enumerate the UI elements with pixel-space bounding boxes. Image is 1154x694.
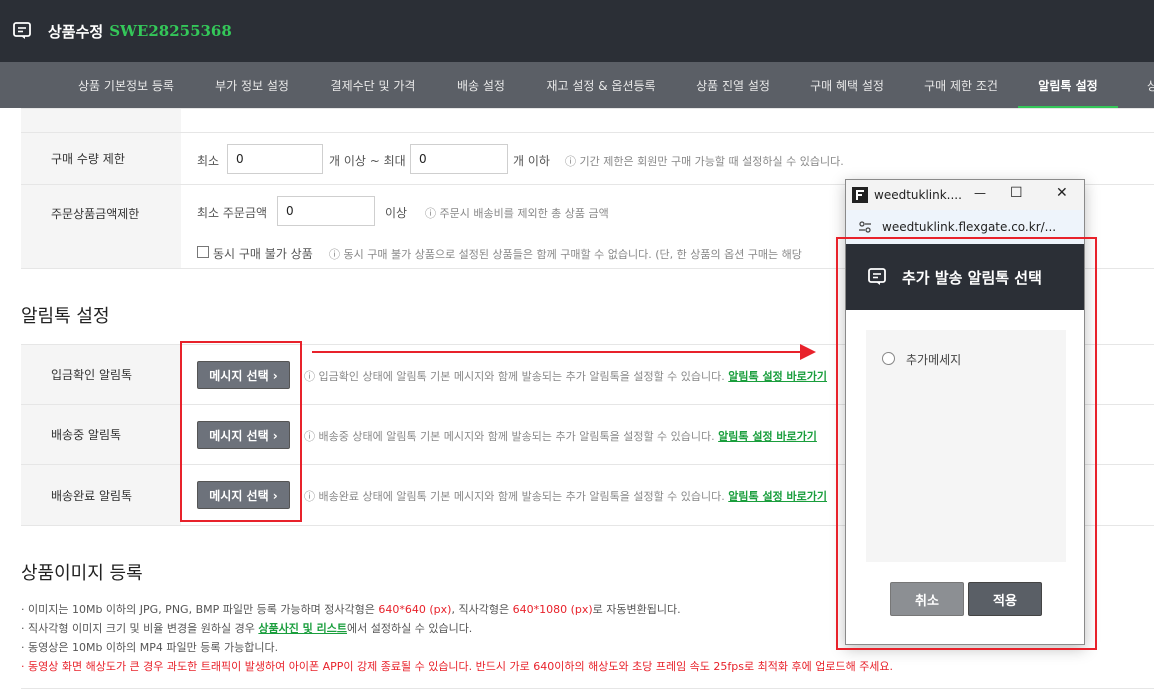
hint-text: ⓘ 배송완료 상태에 알림톡 기본 메시지와 함께 발송되는 추가 알림톡을 설… [304,488,827,504]
page-title: 상품수정 [48,22,104,41]
note-text: · 이미지는 10Mb 이하의 JPG, PNG, BMP 파일만 등록 가능하… [21,603,379,616]
tab-bar: 상품 기본정보 등록 부가 정보 설정 결제수단 및 가격 배송 설정 재고 설… [0,62,1154,108]
page: 상품수정 SWE28255368 상품 기본정보 등록 부가 정보 설정 결제수… [0,0,1154,694]
row-label: 배송중 알림톡 [21,405,181,464]
checkbox-label: 동시 구매 불가 상품 [213,247,313,261]
tab-more[interactable]: 상품 [1138,77,1154,94]
close-icon[interactable]: ✕ [1056,185,1068,201]
app-logo-icon [852,187,868,203]
tab-payment[interactable]: 결제수단 및 가격 [330,77,416,94]
image-section-title: 상품이미지 등록 [21,563,143,584]
alimtalk-settings-link[interactable]: 알림톡 설정 바로가기 [728,370,827,383]
row-content: 최소 0 개 이상 ~ 최대 0 개 이하 ⓘ 기간 제한은 회원만 구매 가능… [197,133,1154,184]
suffix-text: 개 이하 [513,154,550,168]
photo-list-link[interactable]: 상품사진 및 리스트 [258,622,347,635]
note-text: , 직사각형은 [451,603,513,616]
note-line: · 직사각형 이미지 크기 및 비율 변경을 원하실 경우 상품사진 및 리스트… [21,619,893,638]
hint-text: ⓘ 주문시 배송비를 제외한 총 상품 금액 [425,207,609,220]
hint-body: ⓘ 입금확인 상태에 알림톡 기본 메시지와 함께 발송되는 추가 알림톡을 설… [304,370,725,383]
site-settings-icon[interactable] [858,220,872,234]
form-row-partial [21,108,1154,132]
popup-window-title: weedtuklink.... [874,188,962,202]
tab-basic-info[interactable]: 상품 기본정보 등록 [78,77,174,94]
alimtalk-section-title: 알림톡 설정 [21,306,110,327]
tab-extra-info[interactable]: 부가 정보 설정 [214,77,290,94]
min-amount-input[interactable]: 0 [277,196,375,226]
arrow-head [800,344,816,360]
row-label: 입금확인 알림톡 [21,345,181,404]
note-size: 640*1080 (px) [512,603,593,616]
max-qty-input[interactable]: 0 [410,144,508,174]
hint-text: ⓘ 기간 제한은 회원만 구매 가능할 때 설정하실 수 있습니다. [565,155,844,168]
popup-titlebar: weedtuklink.... — ☐ ✕ [846,180,1084,210]
row-label [21,109,181,132]
hint-body: ⓘ 배송완료 상태에 알림톡 기본 메시지와 함께 발송되는 추가 알림톡을 설… [304,490,725,503]
minimize-icon[interactable]: — [974,186,986,200]
maximize-icon[interactable]: ☐ [1010,185,1023,201]
range-text: 개 이상 ~ 최대 [329,154,406,168]
product-code: SWE28255368 [109,22,232,40]
row-label: 주문상품금액제한 [21,185,181,268]
hint-text: ⓘ 배송중 상태에 알림톡 기본 메시지와 함께 발송되는 추가 알림톡을 설정… [304,428,817,444]
row-label: 구매 수량 제한 [21,133,181,184]
hint-body: ⓘ 배송중 상태에 알림톡 기본 메시지와 함께 발송되는 추가 알림톡을 설정… [304,430,715,443]
alimtalk-settings-link[interactable]: 알림톡 설정 바로가기 [718,430,817,443]
note-text: 로 자동변환됩니다. [592,603,681,616]
tab-display[interactable]: 상품 진열 설정 [696,77,770,94]
note-text: 에서 설정하실 수 있습니다. [347,622,473,635]
highlight-box-popup [836,237,1097,650]
tab-shipping[interactable]: 배송 설정 [456,77,506,94]
no-combined-purchase-checkbox[interactable] [197,246,209,258]
highlight-box-buttons [180,341,302,522]
note-line: · 동영상은 10Mb 이하의 MP4 파일만 등록 가능합니다. [21,641,279,654]
page-header: 상품수정 SWE28255368 [0,0,1154,62]
min-amount-label: 최소 주문금액 [197,206,268,220]
tab-alimtalk[interactable]: 알림톡 설정 [1018,77,1118,108]
alimtalk-settings-link[interactable]: 알림톡 설정 바로가기 [728,490,827,503]
tab-benefit[interactable]: 구매 혜택 설정 [810,77,884,94]
min-qty-input[interactable]: 0 [227,144,323,174]
checkbox-hint: ⓘ 동시 구매 불가 상품으로 설정된 상품들은 함께 구매할 수 없습니다. … [329,248,802,261]
hint-text: ⓘ 입금확인 상태에 알림톡 기본 메시지와 함께 발송되는 추가 알림톡을 설… [304,368,827,384]
message-icon [13,22,31,39]
divider [21,688,1154,689]
note-text: · 직사각형 이미지 크기 및 비율 변경을 원하실 경우 [21,622,259,635]
suffix-text: 이상 [385,206,408,220]
arrow-line [312,351,802,353]
note-line: · 이미지는 10Mb 이하의 JPG, PNG, BMP 파일만 등록 가능하… [21,600,893,619]
note-warning: · 동영상 화면 해상도가 큰 경우 과도한 트래픽이 발생하여 아이폰 APP… [21,660,894,673]
tab-purchase-limit[interactable]: 구매 제한 조건 [924,77,998,94]
form-row-purchase-qty: 구매 수량 제한 최소 0 개 이상 ~ 최대 0 개 이하 ⓘ 기간 제한은 … [21,132,1154,184]
tab-stock-options[interactable]: 재고 설정 & 옵션등록 [546,77,656,94]
popup-url[interactable]: weedtuklink.flexgate.co.kr/... [882,220,1056,234]
note-size: 640*640 (px) [378,603,452,616]
image-notes: · 이미지는 10Mb 이하의 JPG, PNG, BMP 파일만 등록 가능하… [21,600,893,676]
min-label: 최소 [197,154,220,168]
row-label: 배송완료 알림톡 [21,465,181,525]
